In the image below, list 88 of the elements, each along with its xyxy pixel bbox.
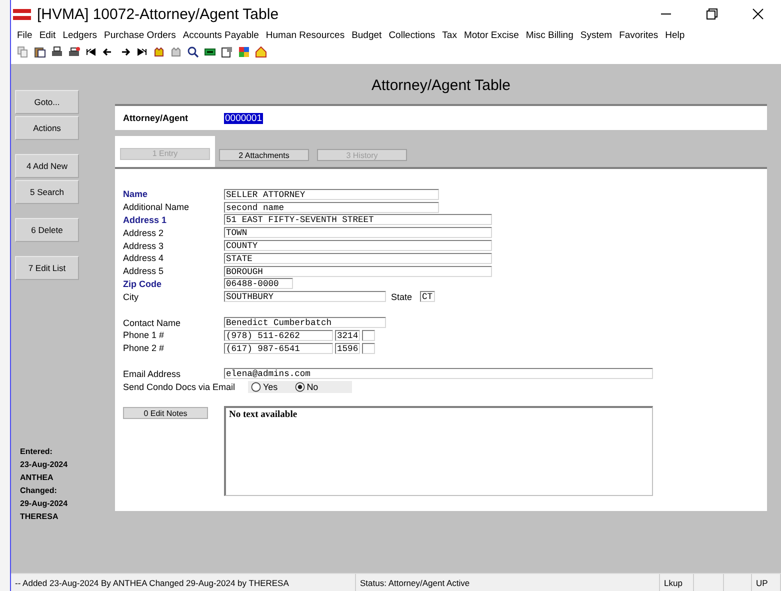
radio-option[interactable]: Yes xyxy=(251,382,278,392)
input-field[interactable]: STATE xyxy=(224,252,492,264)
page-title: Attorney/Agent Table xyxy=(370,77,512,94)
radio-option[interactable]: No xyxy=(294,382,318,392)
menu-item[interactable]: Human Resources xyxy=(264,30,350,40)
menu-item[interactable]: Ledgers xyxy=(60,30,102,40)
menu-item[interactable]: Tax xyxy=(440,30,462,40)
input-field[interactable]: TOWN xyxy=(224,227,492,238)
previous-icon[interactable] xyxy=(102,46,114,58)
input-field[interactable]: SOUTHBURY xyxy=(224,291,386,302)
menu-item[interactable]: Purchase Orders xyxy=(102,30,181,40)
field-label: Zip Code xyxy=(123,278,162,289)
home-icon[interactable] xyxy=(255,46,267,58)
input-field[interactable]: 3214 xyxy=(335,330,360,341)
printer-icon[interactable] xyxy=(51,46,63,58)
radio-icon[interactable] xyxy=(294,382,305,392)
sidebar-button[interactable]: 7 Edit List xyxy=(15,256,79,280)
input-field[interactable]: (617) 987-6541 xyxy=(224,342,333,354)
menu-item[interactable]: Favorites xyxy=(617,30,664,40)
key-field[interactable]: 0000001 xyxy=(224,112,263,124)
input-field[interactable]: CT xyxy=(420,291,435,302)
status-text: UP xyxy=(752,574,781,591)
radio-icon[interactable] xyxy=(251,382,261,392)
menu-item[interactable]: System xyxy=(578,30,618,40)
sidebar-button[interactable]: Actions xyxy=(15,116,79,140)
sidebar-button[interactable]: Goto... xyxy=(15,90,79,114)
input-field[interactable]: 1596 xyxy=(335,342,360,354)
status-text: Status: Attorney/Agent Active xyxy=(356,574,660,591)
menu-item[interactable]: Collections xyxy=(386,30,440,40)
input-field[interactable]: COUNTY xyxy=(224,240,492,252)
edit-notes-button[interactable]: 0 Edit Notes xyxy=(123,407,208,420)
input-field[interactable]: (978) 511-6262 xyxy=(224,330,333,341)
menu-item[interactable]: Accounts Payable xyxy=(180,30,264,40)
tab[interactable]: 2 Attachments xyxy=(219,149,309,161)
field-label: Contact Name xyxy=(123,318,182,328)
printer-icon[interactable] xyxy=(68,46,80,58)
menu-item[interactable]: File xyxy=(15,30,38,40)
field-label: City xyxy=(123,292,140,302)
field-label: Address 2 xyxy=(123,228,165,238)
app-logo-icon xyxy=(13,8,31,20)
last-icon[interactable] xyxy=(136,46,148,58)
record-info: Entered: xyxy=(20,446,54,458)
input-field[interactable]: BOROUGH xyxy=(224,266,492,277)
record-info: 29-Aug-2024 xyxy=(20,498,69,510)
card-icon[interactable] xyxy=(204,46,216,58)
field-label: State xyxy=(391,292,414,302)
field-label: Send Condo Docs via Email xyxy=(123,382,236,392)
input-field[interactable]: 51 EAST FIFTY-SEVENTH STREET xyxy=(224,214,492,226)
input-field[interactable] xyxy=(362,342,375,354)
field-label: Address 1 xyxy=(123,214,168,225)
input-field[interactable]: Benedict Cumberbatch xyxy=(224,317,386,328)
record-info: Changed: xyxy=(20,485,58,497)
field-label: Phone 2 # xyxy=(123,343,166,354)
record-info: 23-Aug-2024 xyxy=(20,459,69,471)
copy-icon[interactable] xyxy=(17,46,29,58)
clipboard-icon[interactable] xyxy=(34,46,46,58)
field-label: Address 3 xyxy=(123,240,165,251)
input-field[interactable]: SELLER ATTORNEY xyxy=(224,188,439,200)
first-icon[interactable] xyxy=(85,46,97,58)
input-field[interactable]: second name xyxy=(224,202,439,213)
window-title: [HVMA] 10072-Attorney/Agent Table xyxy=(37,6,280,22)
status-text: -- Added 23-Aug-2024 By ANTHEA Changed 29-Aug-2024 by THERESA xyxy=(11,574,356,591)
input-field[interactable] xyxy=(362,330,375,341)
field-label: Additional Name xyxy=(123,202,190,212)
notes-box[interactable]: No text available xyxy=(224,406,653,496)
field-label: Phone 1 # xyxy=(123,330,166,340)
field-label: Address 5 xyxy=(123,266,165,276)
form-icon[interactable] xyxy=(221,46,233,58)
record-info: THERESA xyxy=(20,511,60,523)
input-field[interactable]: elena@admins.com xyxy=(224,368,653,380)
menu-item[interactable]: Budget xyxy=(350,30,387,40)
menu-item[interactable]: Edit xyxy=(37,30,61,40)
next-icon[interactable] xyxy=(119,46,131,58)
menu-item[interactable]: Help xyxy=(663,30,690,40)
sidebar-button[interactable]: 5 Search xyxy=(15,180,79,204)
status-text: Lkup xyxy=(660,574,694,591)
field-label: Name xyxy=(123,189,149,200)
sidebar-button[interactable]: 4 Add New xyxy=(15,154,79,178)
field-label: Attorney/Agent xyxy=(123,113,189,123)
input-field[interactable]: 06488-0000 xyxy=(224,278,293,290)
sidebar-button[interactable]: 6 Delete xyxy=(15,218,79,242)
field-label: Email Address xyxy=(123,368,182,379)
field-label: Address 4 xyxy=(123,253,165,264)
palette-icon[interactable] xyxy=(238,46,250,58)
menu-item[interactable]: Motor Excise xyxy=(462,30,524,40)
record-info: ANTHEA xyxy=(20,472,54,484)
search-icon[interactable] xyxy=(187,46,199,58)
menu-item[interactable]: Misc Billing xyxy=(524,30,578,40)
